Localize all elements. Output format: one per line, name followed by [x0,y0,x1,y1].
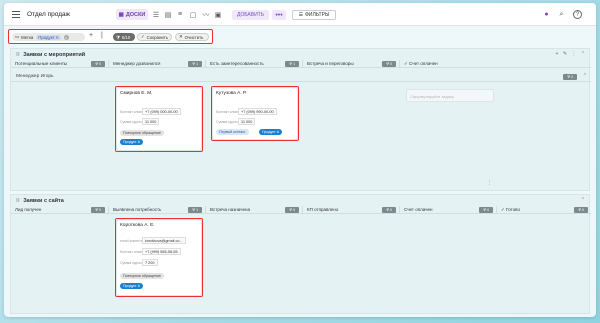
deal-card[interactable]: Кутузова А. Р. Контакт клиен... +7 (099)… [213,88,297,139]
add-filter-icon[interactable]: + [89,32,93,39]
column-header[interactable]: ✓ Счет оплачен [400,60,591,68]
filter-count-chip[interactable]: ⧩ 5/10 [113,33,135,41]
tag-pill: Продукт А [259,129,283,135]
tag-pill: Продукт А [120,283,144,289]
add-button[interactable]: ДОБАВИТЬ [232,10,269,20]
drag-handle-icon[interactable]: ⁞⁞ [16,52,20,58]
filter-icon: ⧩ [116,34,120,40]
column-count: ⧩ 0 [91,61,105,67]
column-headers: Потенциальные клиенты ⧩ 0 Менеджер дозво… [11,60,591,68]
calendar-view-icon[interactable]: ▢ [188,9,198,20]
filters-button[interactable]: ☰ ФИЛЬТРЫ [292,10,336,20]
group-title[interactable]: ⁞⁞ Заявки с мероприятий [16,52,85,58]
clear-filter-button[interactable]: ✕ Очистить [175,33,209,41]
column-header[interactable]: Счет оплачен ⧩ 0 [400,206,497,214]
sort-view-icon[interactable]: ≡ [175,9,185,20]
chart-view-icon[interactable]: 〰 [201,9,211,20]
collapse-icon[interactable]: ⌃ [581,51,585,57]
remove-chip-icon[interactable]: × [63,34,69,40]
column-count: ⧩ 0 [479,207,493,213]
top-bar: Отдел продаж ▦ ДОСКИ ☰ ▤ ≡ ▢ 〰 ▣ ДОБАВИТ… [4,3,596,26]
tag-pill: Продукт А [120,139,144,145]
close-icon: ✕ [179,34,183,39]
tag-filter-chip[interactable]: ▭ Метка Продукт А × [12,33,85,41]
help-icon[interactable]: ? [573,10,582,19]
drag-handle-icon[interactable]: ⁞⁞ [16,198,20,204]
save-filter-button[interactable]: ✓ Сохранить [137,33,172,41]
app-window: Отдел продаж ▦ ДОСКИ ☰ ▤ ≡ ▢ 〰 ▣ ДОБАВИТ… [4,3,596,317]
group-actions: ⌃ [581,197,585,203]
more-icon[interactable]: ⋮ [571,51,576,57]
column-header[interactable]: Менеджер дозвонился ⧩ 1 [109,60,206,68]
add-icon[interactable]: + [556,51,559,57]
gallery-view-icon[interactable]: ▣ [213,9,223,20]
swimlane-header[interactable]: Менеджер Игорь ⧩ 2 ⌃ ⋮ [11,72,591,82]
group-actions: + ✎ ⋮ ⌃ [556,51,586,57]
column-count: ⧩ 0 [285,207,299,213]
tag-icon: ▭ [15,34,20,39]
boards-icon: ▦ [118,11,124,18]
column-header[interactable]: Выявлена потребность ⧩ 1 [109,206,206,214]
deal-card[interactable]: Короткова А. Е. email клиента korotkova@… [117,220,201,295]
column-header[interactable]: Есть заинтересованность ⧩ 1 [206,60,303,68]
group-website: ⁞⁞ Заявки с сайта ⌃ Лид получен ⧩ 0 Выяв… [10,194,591,314]
account-icon[interactable]: ● [542,10,551,19]
tag-pill: Повторное обращение [120,273,164,279]
filter-icon: ☰ [298,12,304,18]
menu-icon[interactable] [12,11,20,18]
page-title: Отдел продаж [27,11,70,18]
collapse-icon[interactable]: ⌃ [583,73,587,79]
tag-value: Продукт А [36,34,61,40]
column-count: ⧩ 1 [285,61,299,67]
group-events: ⁞⁞ Заявки с мероприятий + ✎ ⋮ ⌃ Потенциа… [10,48,591,191]
check-icon: ✓ [141,34,145,39]
column-count: ⧩ 0 [382,207,396,213]
column-header[interactable]: Потенциальные клиенты ⧩ 0 [11,60,109,68]
column-header[interactable]: Лид получен ⧩ 0 [11,206,109,214]
column-headers: Лид получен ⧩ 0 Выявлена потребность ⧩ 1… [11,206,591,214]
more-icon[interactable]: ⋮ [564,73,569,79]
column-count: ⧩ 1 [188,207,202,213]
column-count: ⧩ 0 [574,207,588,213]
search-icon[interactable]: ⌕ [557,10,566,19]
column-count: ⧩ 0 [382,61,396,67]
column-header[interactable]: КП отправлено ⧩ 0 [303,206,400,214]
collapse-icon[interactable]: ⌃ [581,197,585,203]
column-header[interactable]: ✓ Готово ⧩ 0 [497,206,591,214]
tag-pill: Первый контакт [216,129,249,135]
deal-card[interactable]: Смирнов Е. М. Контакт клиен... +7 (099) … [117,88,201,150]
check-icon: ✓ [501,207,505,212]
column-count: ⧩ 0 [91,207,105,213]
check-icon: ✓ [404,61,408,66]
more-button[interactable]: ••• [272,10,286,20]
active-filters-bar: ▭ Метка Продукт А × + | ⧩ 5/10 ✓ Сохрани… [8,29,213,44]
table-view-icon[interactable]: ▤ [163,9,173,20]
list-view-icon[interactable]: ☰ [151,9,161,20]
divider: | [101,32,103,39]
new-task-input[interactable]: Сформулируйте задачу [406,89,494,102]
more-icon[interactable]: ⋮ [487,180,492,186]
group-title[interactable]: ⁞⁞ Заявки с сайта [16,198,64,204]
boards-view-button[interactable]: ▦ ДОСКИ [116,9,148,20]
column-count: ⧩ 1 [188,61,202,67]
tag-pill: Повторное обращение [120,130,164,136]
column-header[interactable]: Встреча назначена ⧩ 0 [206,206,303,214]
edit-icon[interactable]: ✎ [563,51,567,57]
column-header[interactable]: Встреча и переговоры ⧩ 0 [303,60,400,68]
